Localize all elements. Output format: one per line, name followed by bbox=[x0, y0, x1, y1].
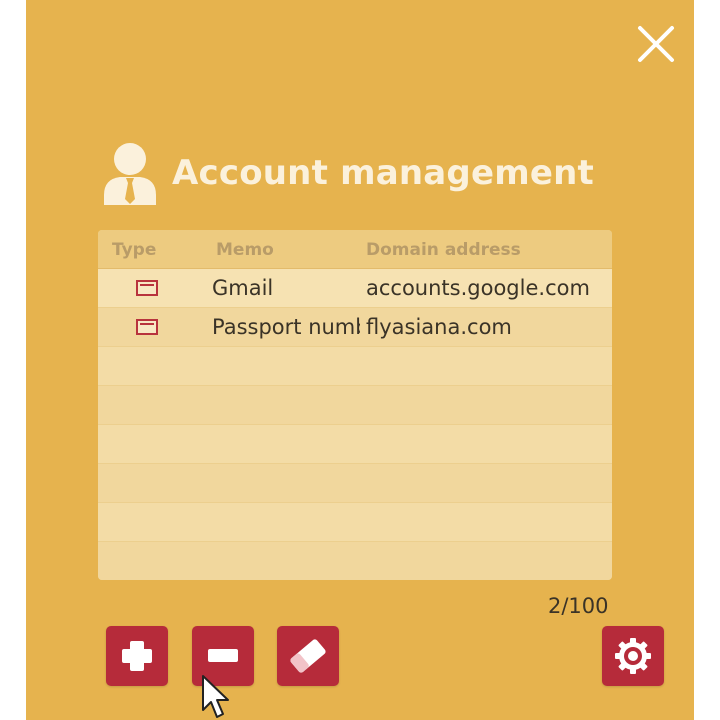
mouse-cursor-icon bbox=[202, 675, 229, 718]
column-header-domain: Domain address bbox=[366, 240, 521, 260]
add-account-button[interactable] bbox=[106, 626, 168, 686]
column-header-type: Type bbox=[112, 240, 157, 260]
table-row[interactable]: Passport number flyasiana.com bbox=[98, 308, 612, 347]
accounts-table: Type Memo Domain address Gmail accounts.… bbox=[98, 230, 612, 580]
row-memo: Gmail bbox=[212, 276, 274, 300]
table-row[interactable]: Gmail accounts.google.com bbox=[98, 269, 612, 308]
card-icon bbox=[136, 319, 158, 335]
user-icon bbox=[104, 143, 156, 205]
page-title: Account management bbox=[172, 153, 594, 193]
eraser-icon bbox=[290, 639, 326, 673]
empty-row bbox=[98, 386, 612, 425]
empty-row bbox=[98, 464, 612, 503]
empty-row bbox=[98, 425, 612, 464]
close-button[interactable] bbox=[632, 20, 680, 68]
empty-row bbox=[98, 542, 612, 580]
plus-icon bbox=[122, 641, 152, 671]
row-memo: Passport number bbox=[212, 315, 360, 339]
empty-row bbox=[98, 347, 612, 386]
account-count: 2/100 bbox=[548, 594, 609, 618]
gear-icon bbox=[615, 638, 651, 674]
settings-button[interactable] bbox=[602, 626, 664, 686]
column-header-memo: Memo bbox=[216, 240, 274, 260]
table-header: Type Memo Domain address bbox=[98, 230, 612, 269]
erase-button[interactable] bbox=[277, 626, 339, 686]
row-domain: accounts.google.com bbox=[366, 276, 590, 300]
header: Account management bbox=[100, 136, 594, 210]
card-icon bbox=[136, 280, 158, 296]
row-domain: flyasiana.com bbox=[366, 315, 512, 339]
close-icon bbox=[638, 26, 674, 62]
empty-row bbox=[98, 503, 612, 542]
